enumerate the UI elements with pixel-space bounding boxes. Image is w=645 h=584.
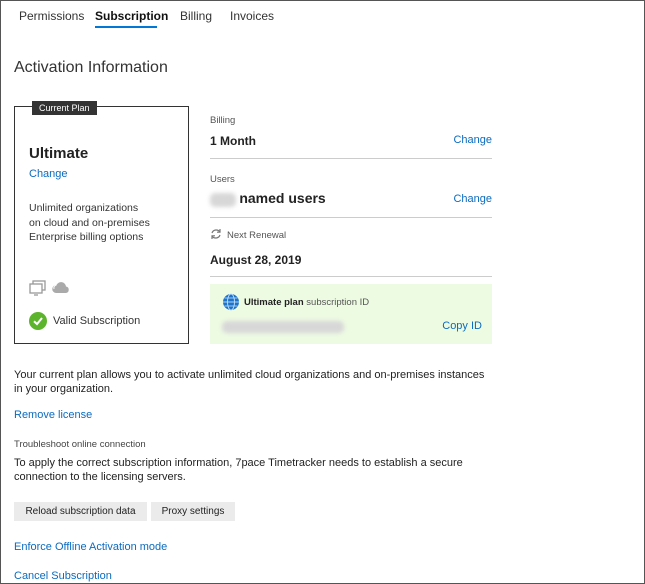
- users-label: Users: [210, 171, 492, 185]
- plan-name: Ultimate: [29, 145, 89, 162]
- users-label-text: Users: [210, 174, 235, 185]
- valid-subscription-status: Valid Subscription: [29, 312, 140, 330]
- copy-id-link[interactable]: Copy ID: [442, 320, 482, 332]
- refresh-icon: [210, 228, 222, 243]
- enforce-offline-link[interactable]: Enforce Offline Activation mode: [14, 541, 167, 553]
- divider: [210, 158, 492, 159]
- section-title: Activation Information: [14, 59, 168, 76]
- current-plan-tag: Current Plan: [32, 101, 97, 115]
- subscription-id-box: Ultimate plan subscription ID Copy ID: [210, 284, 492, 344]
- reload-subscription-button[interactable]: Reload subscription data: [14, 502, 147, 521]
- billing-row: 1 Month Change: [210, 134, 492, 148]
- tab-subscription[interactable]: Subscription: [95, 9, 168, 23]
- billing-label: Billing: [210, 112, 492, 126]
- proxy-settings-button[interactable]: Proxy settings: [151, 502, 235, 521]
- globe-icon: [222, 293, 240, 314]
- current-plan-card: Current Plan Ultimate Change Unlimited o…: [14, 101, 189, 344]
- subscription-id-suffix: subscription ID: [306, 297, 370, 308]
- subscription-page: Permissions Subscription Billing Invoice…: [0, 0, 645, 584]
- renewal-row: August 28, 2019: [210, 253, 492, 267]
- billing-value: 1 Month: [210, 134, 256, 148]
- troubleshoot-text: To apply the correct subscription inform…: [14, 457, 463, 483]
- check-circle-icon: [29, 312, 47, 330]
- plan-feature: on cloud and on-premises: [29, 216, 150, 229]
- cancel-subscription-link[interactable]: Cancel Subscription: [14, 570, 112, 582]
- tab-permissions[interactable]: Permissions: [19, 9, 84, 23]
- server-icon: [29, 280, 47, 299]
- tab-bar: Permissions Subscription Billing Invoice…: [1, 1, 644, 31]
- plan-note: Your current plan allows you to activate…: [14, 369, 485, 395]
- plan-description: Unlimited organizations on cloud and on-…: [29, 201, 150, 245]
- remove-license-link[interactable]: Remove license: [14, 409, 92, 421]
- change-billing-link[interactable]: Change: [453, 134, 492, 146]
- plan-feature: Enterprise billing options: [29, 231, 144, 243]
- billing-label-text: Billing: [210, 115, 236, 126]
- users-row: named users Change: [210, 190, 492, 207]
- redacted-subscription-id: [222, 321, 344, 333]
- plan-label: Ultimate plan: [244, 297, 304, 308]
- tab-billing[interactable]: Billing: [180, 9, 212, 23]
- renewal-label: Next Renewal: [210, 228, 492, 243]
- renewal-date: August 28, 2019: [210, 253, 302, 267]
- active-tab-indicator: [95, 26, 157, 28]
- change-plan-link[interactable]: Change: [29, 168, 68, 180]
- divider: [210, 276, 492, 277]
- change-users-link[interactable]: Change: [453, 193, 492, 205]
- divider: [210, 217, 492, 218]
- troubleshoot-heading: Troubleshoot online connection: [14, 439, 146, 450]
- plan-feature: Unlimited organizations: [29, 202, 139, 214]
- cloud-icon: [51, 280, 71, 299]
- users-value: named users: [239, 190, 326, 206]
- plan-icons: [29, 280, 71, 299]
- redacted-user-count: [210, 192, 236, 207]
- tab-invoices[interactable]: Invoices: [230, 9, 274, 23]
- subscription-id-title: Ultimate plan subscription ID: [244, 297, 369, 308]
- renewal-label-text: Next Renewal: [227, 230, 287, 241]
- status-label: Valid Subscription: [53, 315, 141, 327]
